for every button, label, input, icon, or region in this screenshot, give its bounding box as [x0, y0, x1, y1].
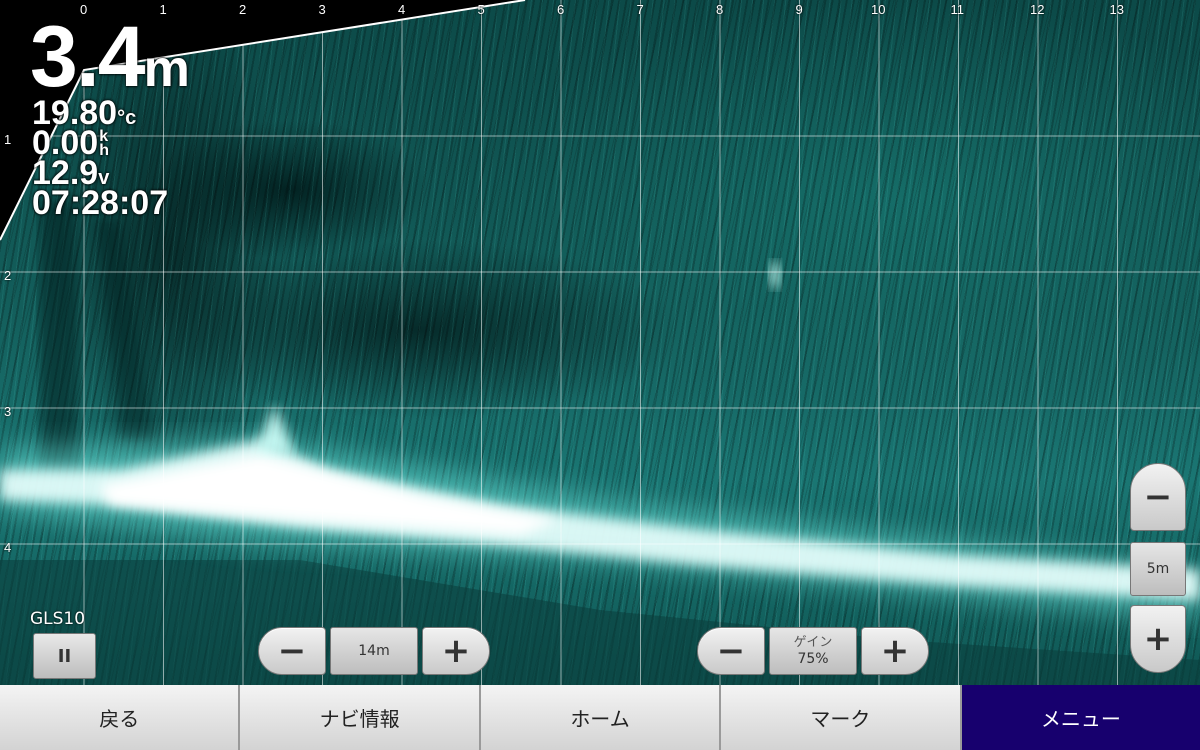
minus-icon: − — [716, 631, 746, 671]
x-tick-label: 7 — [636, 2, 644, 17]
softkey-4[interactable]: メニュー — [961, 685, 1200, 750]
x-tick-label: 2 — [239, 2, 247, 17]
y-tick-label: 3 — [4, 404, 12, 419]
sonar-view[interactable]: 0 1 2 3 4 5 6 7 8 9 10 11 12 13 1 2 3 4 3.4m 19.80°c 0.00… — [0, 0, 1200, 685]
plus-icon: + — [880, 631, 910, 671]
range-value[interactable]: 14m — [330, 627, 418, 675]
depth-unit: m — [143, 40, 190, 98]
x-tick-label: 3 — [318, 2, 326, 17]
gain-label: ゲイン — [793, 635, 833, 650]
gain-minus-button[interactable]: − — [697, 627, 765, 675]
time-readout: 07:28:07 — [32, 184, 169, 222]
range-plus-button[interactable]: + — [422, 627, 490, 675]
pause-button[interactable]: II — [33, 633, 96, 679]
depth-zoom-value[interactable]: 5m — [1130, 542, 1186, 596]
source-label: GLS10 — [30, 609, 86, 629]
y-tick-label: 4 — [4, 540, 12, 555]
softkey-bar: 戻る ナビ情報 ホーム マーク メニュー — [0, 685, 1200, 750]
x-tick-label: 6 — [557, 2, 565, 17]
range-minus-button[interactable]: − — [258, 627, 326, 675]
temp-unit: °c — [117, 107, 137, 129]
depth-zoom-minus-button[interactable]: − — [1130, 463, 1186, 531]
gain-control: − ゲイン 75% + — [697, 627, 929, 675]
y-tick-label: 1 — [4, 132, 12, 147]
softkey-1[interactable]: ナビ情報 — [240, 685, 479, 750]
minus-icon: − — [277, 631, 307, 671]
x-tick-label: 8 — [716, 2, 724, 17]
x-tick-label: 12 — [1030, 2, 1045, 17]
depth-zoom-value-text: 5m — [1146, 561, 1170, 577]
gain-value[interactable]: ゲイン 75% — [769, 627, 857, 675]
range-control: − 14m + — [258, 627, 490, 675]
minus-icon: − — [1143, 477, 1173, 517]
x-tick-label: 13 — [1109, 2, 1124, 17]
gain-plus-button[interactable]: + — [861, 627, 929, 675]
pause-icon: II — [57, 645, 72, 667]
x-tick-label: 4 — [398, 2, 406, 17]
gain-value-text: 75% — [797, 651, 829, 667]
range-value-text: 14m — [358, 643, 390, 659]
speed-unit: kh — [99, 128, 109, 159]
x-tick-label: 9 — [795, 2, 803, 17]
x-tick-label: 10 — [871, 2, 886, 17]
softkey-0[interactable]: 戻る — [0, 685, 239, 750]
softkey-2[interactable]: ホーム — [480, 685, 720, 750]
x-tick-label: 5 — [477, 2, 485, 17]
y-tick-label: 2 — [4, 268, 12, 283]
softkey-3[interactable]: マーク — [721, 685, 960, 750]
plus-icon: + — [1143, 619, 1173, 659]
x-tick-label: 11 — [950, 2, 965, 17]
plus-icon: + — [441, 631, 471, 671]
depth-zoom-plus-button[interactable]: + — [1130, 605, 1186, 673]
